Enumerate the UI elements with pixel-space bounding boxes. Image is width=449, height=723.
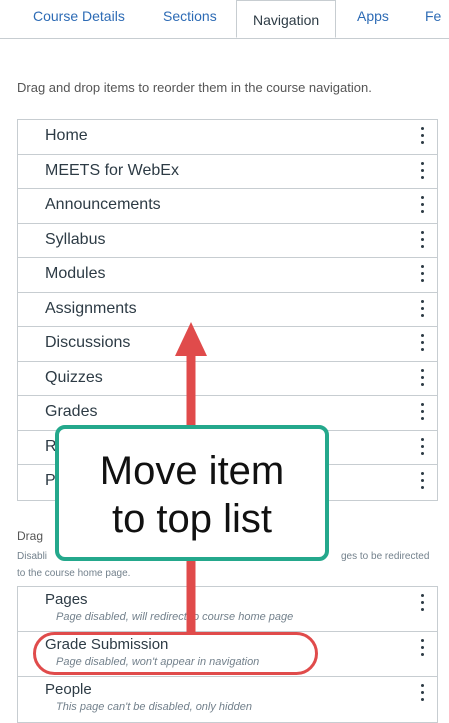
kebab-menu-icon[interactable]	[421, 437, 425, 456]
annotation-callout: Move item to top list	[55, 425, 329, 561]
nav-item-home[interactable]: Home	[18, 120, 437, 155]
hidden-section-label: Drag	[17, 529, 44, 543]
nav-item-label: Modules	[45, 265, 106, 282]
kebab-menu-icon[interactable]	[421, 368, 425, 387]
nav-item-modules[interactable]: Modules	[18, 258, 437, 293]
settings-tabs: Course Details Sections Navigation Apps …	[0, 0, 449, 39]
hidden-item-pages[interactable]: Pages Page disabled, will redirect to co…	[18, 587, 437, 632]
kebab-menu-icon[interactable]	[421, 639, 425, 657]
nav-item-label: MEETS for WebEx	[45, 161, 179, 179]
nav-item-label: Assignments	[45, 299, 137, 317]
callout-line-1: Move item	[99, 449, 285, 493]
highlight-oval-annotation	[33, 632, 318, 675]
kebab-menu-icon[interactable]	[421, 230, 425, 249]
tab-apps[interactable]: Apps	[357, 8, 389, 24]
tab-navigation[interactable]: Navigation	[236, 0, 337, 38]
kebab-menu-icon[interactable]	[421, 684, 425, 702]
callout-line-2: to top list	[111, 497, 273, 541]
nav-item-label: Discussions	[45, 334, 131, 351]
nav-item-label: Grades	[45, 403, 98, 420]
note-left-fragment: Disabli	[17, 551, 48, 562]
tab-sections[interactable]: Sections	[163, 8, 217, 24]
note-line2: to the course home page.	[17, 568, 131, 579]
kebab-menu-icon[interactable]	[421, 265, 425, 283]
kebab-menu-icon[interactable]	[421, 334, 425, 352]
nav-item-assignments[interactable]: Assignments	[18, 293, 437, 327]
hidden-item-people[interactable]: People This page can't be disabled, only…	[18, 677, 437, 722]
nav-item-label: Syllabus	[45, 230, 106, 248]
nav-item-discussions[interactable]: Discussions	[18, 327, 437, 362]
reorder-instruction: Drag and drop items to reorder them in t…	[17, 80, 372, 95]
nav-item-syllabus[interactable]: Syllabus	[18, 224, 437, 258]
kebab-menu-icon[interactable]	[421, 127, 425, 145]
hidden-item-label: Pages	[45, 591, 88, 608]
tab-course-details[interactable]: Course Details	[33, 8, 125, 24]
hidden-item-note: Page disabled, will redirect to course h…	[56, 611, 294, 623]
nav-item-announcements[interactable]: Announcements	[18, 189, 437, 224]
note-right-fragment: ges to be redirected	[341, 551, 430, 562]
nav-item-label: Home	[45, 127, 88, 144]
kebab-menu-icon[interactable]	[421, 299, 425, 318]
kebab-menu-icon[interactable]	[421, 161, 425, 180]
hidden-item-note: This page can't be disabled, only hidden	[56, 701, 252, 713]
nav-item-label: Announcements	[45, 196, 161, 213]
nav-item-label: Quizzes	[45, 368, 103, 386]
kebab-menu-icon[interactable]	[421, 472, 425, 490]
kebab-menu-icon[interactable]	[421, 594, 425, 612]
hidden-item-label: People	[45, 681, 92, 698]
kebab-menu-icon[interactable]	[421, 196, 425, 214]
kebab-menu-icon[interactable]	[421, 403, 425, 421]
nav-item-meets-webex[interactable]: MEETS for WebEx	[18, 155, 437, 189]
nav-item-quizzes[interactable]: Quizzes	[18, 362, 437, 396]
tab-features[interactable]: Fe	[425, 8, 441, 24]
